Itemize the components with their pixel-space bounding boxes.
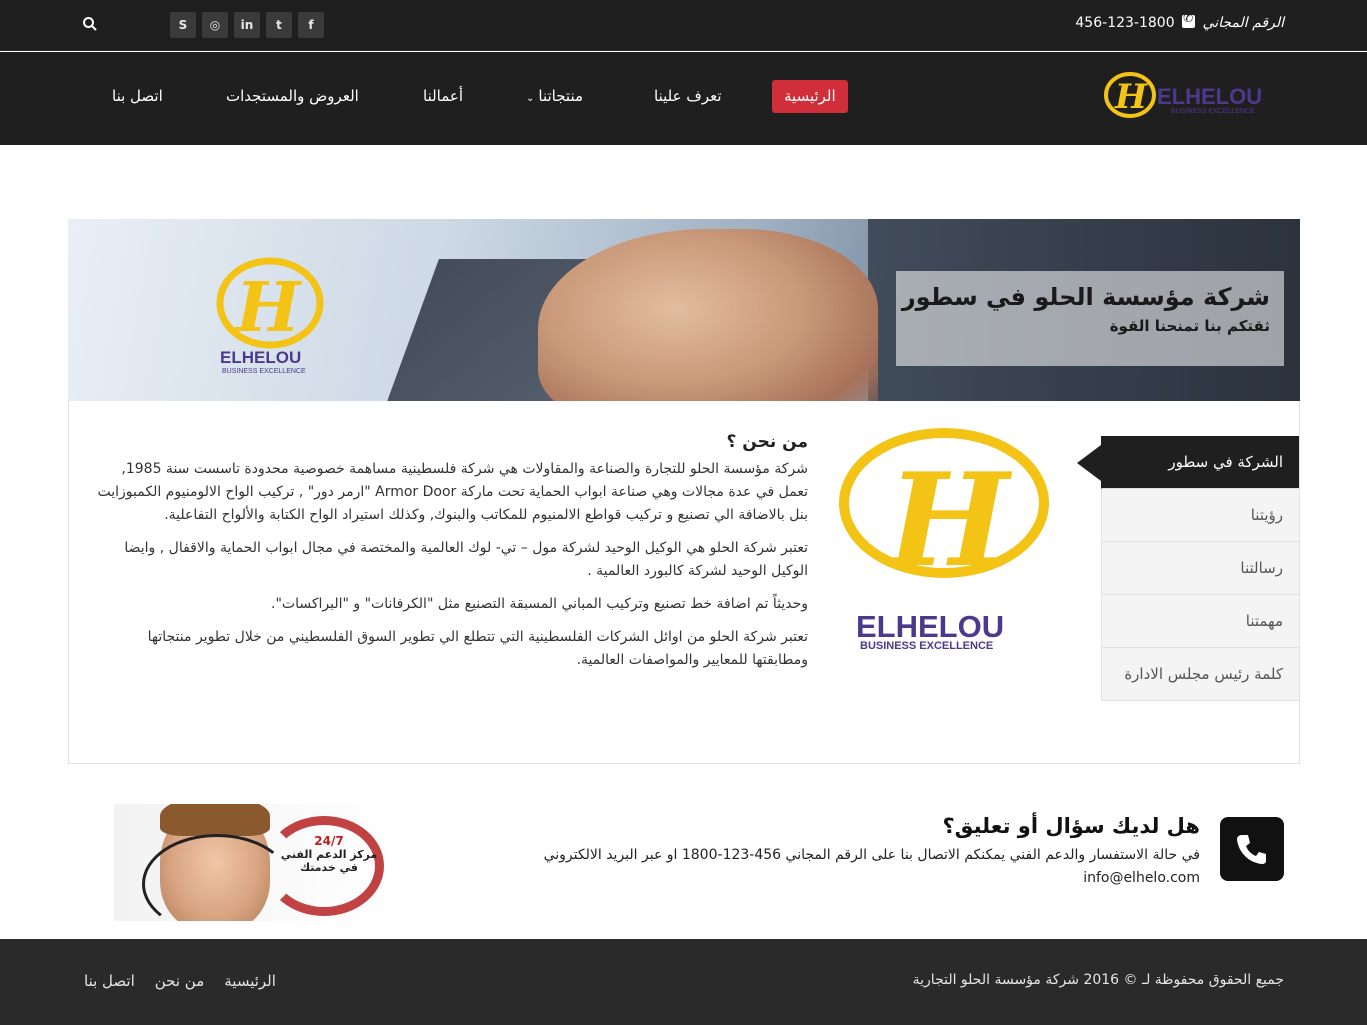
hero-banner: H ELHELOU BUSINESS EXCELLENCE شركة مؤسسة… [68, 219, 1300, 401]
side-menu-item-overview[interactable]: الشركة في سطور [1101, 436, 1299, 489]
nav-products-label: منتجاتنا [538, 87, 584, 105]
svg-text:BUSINESS EXCELLENCE: BUSINESS EXCELLENCE [222, 368, 306, 375]
side-menu-item-message[interactable]: رسالتنا [1101, 542, 1299, 595]
main-navbar: H ELHELOU BUSINESS EXCELLENCE الرئيسية ت… [0, 52, 1367, 145]
support-line-1: مركز الدعم الفني [280, 848, 378, 861]
support-banner-text: 24/7 مركز الدعم الفني في خدمتك [274, 834, 384, 874]
contact-cta: هل لديك سؤال أو تعليق؟ في حالة الاستفسار… [540, 814, 1200, 890]
footer: جميع الحقوق محفوظة لـ © 2016 شركة مؤسسة … [0, 939, 1367, 1025]
company-logo: H ELHELOU BUSINESS EXCELLENCE [839, 428, 1049, 652]
nav-products[interactable]: ⌄ منتجاتنا [526, 87, 583, 105]
chevron-down-icon: ⌄ [526, 93, 535, 104]
about-side-menu: الشركة في سطور رؤيتنا رسالتنا مهمتنا كلم… [1101, 436, 1299, 701]
banner-caption: شركة مؤسسة الحلو في سطور ثقتكم بنا تمنحن… [896, 271, 1284, 366]
nav-about[interactable]: تعرف علينا [654, 87, 722, 105]
handshake-image [538, 229, 878, 401]
phone-icon [1220, 817, 1284, 881]
footer-links: الرئيسية من نحن اتصل بنا [84, 972, 276, 990]
dribbble-icon[interactable]: ◎ [202, 12, 228, 38]
twitter-icon[interactable]: t [266, 12, 292, 38]
about-paragraph: شركة مؤسسة الحلو للتجارة والصناعة والمقا… [97, 461, 809, 523]
footer-copyright: جميع الحقوق محفوظة لـ © 2016 شركة مؤسسة … [912, 972, 1284, 988]
nav-offers[interactable]: العروض والمستجدات [226, 87, 359, 105]
toll-free-phone: الرقم المجاني 1800-123-456 [1075, 11, 1284, 31]
banner-title: شركة مؤسسة الحلو في سطور [901, 283, 1270, 311]
cta-text: في حالة الاستفسار والدعم الفني يمكنكم ال… [543, 847, 1200, 886]
footer-link-home[interactable]: الرئيسية [224, 972, 276, 990]
svg-text:H: H [234, 268, 303, 348]
about-paragraph: وحديثاً تم اضافة خط تصنيع وتركيب المباني… [271, 596, 808, 612]
social-links: S ◎ in t f [170, 12, 324, 38]
about-heading: من نحن ؟ [726, 432, 808, 452]
main-nav: الرئيسية تعرف علينا ⌄ منتجاتنا أعمالنا ال… [0, 52, 1367, 145]
active-menu-arrow [1077, 445, 1101, 481]
search-icon[interactable] [82, 16, 98, 32]
linkedin-icon[interactable]: in [234, 12, 260, 38]
banner-logo: H ELHELOU BUSINESS EXCELLENCE [216, 257, 324, 375]
svg-text:BUSINESS EXCELLENCE: BUSINESS EXCELLENCE [860, 640, 993, 652]
side-menu-item-mission[interactable]: مهمتنا [1101, 595, 1299, 648]
top-bar: الرقم المجاني 1800-123-456 S ◎ in t f [0, 0, 1367, 51]
support-agent-hair [160, 804, 270, 836]
phone-icon [1182, 11, 1196, 28]
side-menu-item-chairman[interactable]: كلمة رئيس مجلس الادارة [1101, 648, 1299, 701]
skype-icon[interactable]: S [170, 12, 196, 38]
footer-link-about[interactable]: من نحن [155, 972, 205, 990]
support-247-badge: 24/7 [314, 834, 344, 848]
about-paragraph: تعتبر شركة الحلو من اوائل الشركات الفلسط… [147, 629, 808, 668]
phone-label: الرقم المجاني [1202, 15, 1284, 31]
svg-text:H: H [885, 446, 1013, 596]
about-paragraph: تعتبر شركة الحلو هي الوكيل الوحيد لشركة … [124, 540, 808, 579]
support-line-2: في خدمتك [300, 861, 358, 874]
nav-home[interactable]: الرئيسية [772, 80, 848, 113]
svg-text:ELHELOU: ELHELOU [220, 348, 301, 367]
nav-works[interactable]: أعمالنا [423, 87, 463, 105]
svg-text:ELHELOU: ELHELOU [856, 609, 1004, 644]
side-menu-item-vision[interactable]: رؤيتنا [1101, 489, 1299, 542]
about-section: من نحن ؟ شركة مؤسسة الحلو للتجارة والصنا… [88, 432, 809, 682]
phone-number[interactable]: 1800-123-456 [1075, 15, 1174, 31]
banner-subtitle: ثقتكم بنا تمنحنا القوة [1109, 317, 1270, 335]
phone-handset-icon [1237, 835, 1266, 864]
footer-link-contact[interactable]: اتصل بنا [84, 972, 135, 990]
nav-contact[interactable]: اتصل بنا [112, 87, 163, 105]
facebook-icon[interactable]: f [298, 12, 324, 38]
cta-title: هل لديك سؤال أو تعليق؟ [942, 814, 1201, 838]
support-center-banner[interactable]: 24/7 مركز الدعم الفني في خدمتك [114, 804, 396, 921]
